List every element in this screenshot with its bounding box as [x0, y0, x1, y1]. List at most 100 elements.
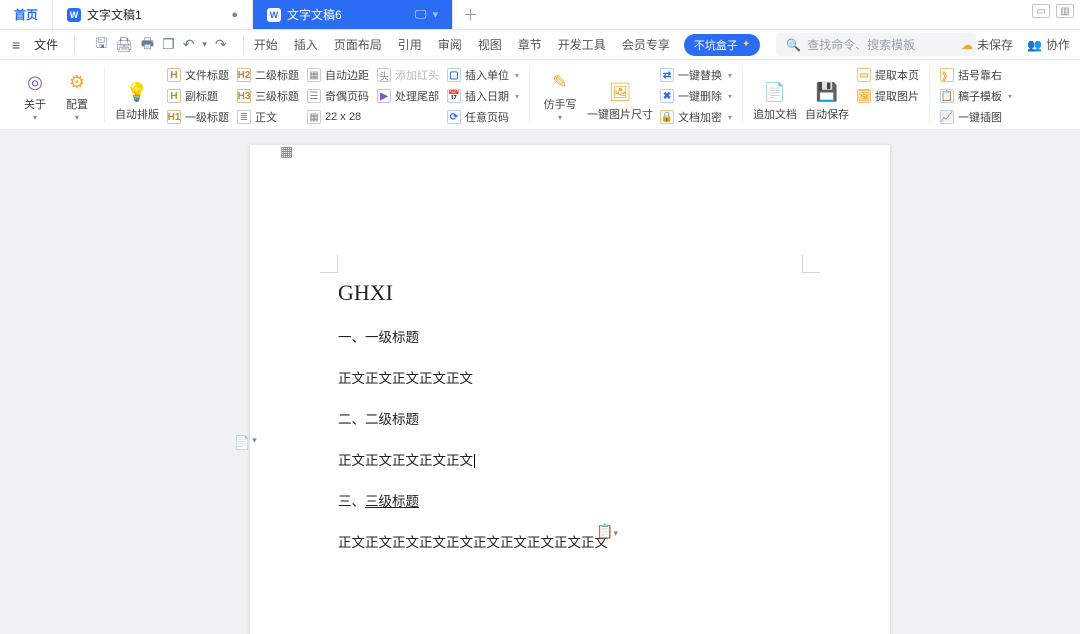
- extract-img-button[interactable]: 🖼提取图片: [853, 87, 923, 105]
- undo-dropdown-icon[interactable]: ▾: [202, 39, 207, 50]
- menu-ref[interactable]: 引用: [398, 36, 422, 53]
- one-click-img-size-button[interactable]: 🖼 一键图片尺寸: [584, 66, 656, 122]
- one-click-delete-button[interactable]: ✖一键删除▾: [656, 87, 736, 105]
- bulb-icon: 💡: [126, 81, 148, 103]
- style-h1[interactable]: H1一级标题: [163, 108, 233, 126]
- chevron-down-icon: ▾: [558, 113, 562, 122]
- process-tail-button[interactable]: ▶处理尾部: [373, 87, 443, 105]
- menu-start[interactable]: 开始: [254, 36, 278, 53]
- window-layout1-icon[interactable]: ▭: [1032, 4, 1050, 18]
- doc-h2: 二、二级标题: [338, 408, 800, 428]
- autosave-icon: 💾: [816, 81, 838, 103]
- grid-size-button[interactable]: ▦22 x 28: [303, 108, 373, 126]
- menu-review[interactable]: 审阅: [438, 36, 462, 53]
- unsaved-indicator[interactable]: ☁未保存: [961, 36, 1013, 53]
- word-doc-icon: W: [67, 8, 81, 22]
- search-placeholder: 查找命令、搜索模板: [807, 36, 915, 53]
- monitor-icon[interactable]: 🖵: [415, 7, 427, 22]
- style-sub-title[interactable]: H副标题: [163, 87, 233, 105]
- print-icon[interactable]: 🖶: [141, 33, 154, 57]
- auto-margin-button[interactable]: ▦自动边距: [303, 66, 373, 84]
- style-body[interactable]: ≣正文: [233, 108, 303, 126]
- insert-unit-button[interactable]: ▢插入单位▾: [443, 66, 523, 84]
- menu-insert[interactable]: 插入: [294, 36, 318, 53]
- close-icon[interactable]: ▾: [432, 8, 438, 21]
- one-click-replace-button[interactable]: ⇄一键替换▾: [656, 66, 736, 84]
- file-menu[interactable]: 文件: [28, 36, 64, 53]
- tab-strip: 首页 W 文字文稿1 ● W 文字文稿6 🖵 ▾ ＋ ▭ ▥: [0, 0, 1080, 30]
- document-content[interactable]: GHXI 一、一级标题 正文正文正文正文正文 二、二级标题 正文正文正文正文正文…: [338, 280, 800, 572]
- preview-icon[interactable]: ❐: [162, 36, 175, 53]
- style-h2[interactable]: H2二级标题: [233, 66, 303, 84]
- chevron-down-icon: ▾: [75, 113, 79, 122]
- doc-encrypt-button[interactable]: 🔒文档加密▾: [656, 108, 736, 126]
- auto-layout-button[interactable]: 💡 自动排版: [111, 66, 163, 122]
- export-icon[interactable]: 🖨: [115, 36, 133, 53]
- doc-p2: 正文正文正文正文正文: [338, 449, 800, 469]
- any-pageno-button[interactable]: ⟳任意页码: [443, 108, 523, 126]
- undo-icon[interactable]: ↶: [183, 36, 195, 53]
- tab-home[interactable]: 首页: [0, 0, 53, 29]
- bracket-right-button[interactable]: 》括号靠右: [936, 66, 1016, 84]
- side-paragraph-icon[interactable]: 📄▾: [234, 435, 257, 451]
- bukeng-box-button[interactable]: 不坑盒子 ✦: [684, 34, 760, 56]
- about-button[interactable]: ◎ 关于 ▾: [14, 66, 56, 122]
- tab-doc1[interactable]: W 文字文稿1 ●: [53, 0, 253, 29]
- tab-label: 文字文稿1: [87, 6, 142, 23]
- menu-devtools[interactable]: 开发工具: [558, 36, 606, 53]
- window-layout2-icon[interactable]: ▥: [1056, 4, 1074, 18]
- close-icon[interactable]: ●: [231, 9, 238, 21]
- menu-chapter[interactable]: 章节: [518, 36, 542, 53]
- people-icon: 👥: [1027, 38, 1042, 52]
- doc-h1: 一、一级标题: [338, 326, 800, 346]
- style-h3[interactable]: H3三级标题: [233, 87, 303, 105]
- divider: [74, 36, 75, 54]
- add-redhead-button[interactable]: 头添加红头: [373, 66, 443, 84]
- doc-h3: 三、三级标题: [338, 490, 800, 510]
- search-icon: 🔍: [786, 38, 801, 52]
- template-button[interactable]: 📋稿子模板▾: [936, 87, 1016, 105]
- save-icon[interactable]: 🖫: [95, 33, 107, 57]
- menu-layout[interactable]: 页面布局: [334, 36, 382, 53]
- menu-premium[interactable]: 会员专享: [622, 36, 670, 53]
- auto-save-button[interactable]: 💾 自动保存: [801, 66, 853, 122]
- doc-p1: 正文正文正文正文正文: [338, 367, 800, 387]
- handwrite-icon: ✎: [549, 71, 571, 93]
- redo-icon[interactable]: ↷: [215, 36, 227, 53]
- main-menus: 开始 插入 页面布局 引用 审阅 视图 章节 开发工具 会员专享: [254, 36, 670, 53]
- gear-icon: ⚙: [66, 71, 88, 93]
- one-click-chart-button[interactable]: 📈一键插图: [936, 108, 1016, 126]
- odd-even-page-button[interactable]: ☰奇偶页码: [303, 87, 373, 105]
- word-doc-icon: W: [267, 8, 281, 22]
- hamburger-icon[interactable]: ≡: [8, 37, 24, 53]
- anchor-icon: ▦: [280, 143, 294, 157]
- paste-options-icon[interactable]: 📋▾: [596, 523, 618, 540]
- append-doc-button[interactable]: 📄 追加文档: [749, 66, 801, 122]
- doc-title: GHXI: [338, 280, 800, 306]
- workspace: ▦ 📄▾ GHXI 一、一级标题 正文正文正文正文正文 二、二级标题 正文正文正…: [0, 130, 1080, 634]
- insert-date-button[interactable]: 📅插入日期▾: [443, 87, 523, 105]
- cloud-icon: ☁: [961, 38, 973, 52]
- config-button[interactable]: ⚙ 配置 ▾: [56, 66, 98, 122]
- tab-label: 文字文稿6: [287, 6, 342, 23]
- new-tab-button[interactable]: ＋: [453, 0, 488, 29]
- page[interactable]: ▦ 📄▾ GHXI 一、一级标题 正文正文正文正文正文 二、二级标题 正文正文正…: [250, 145, 890, 634]
- spark-icon: ✦: [742, 39, 750, 50]
- quick-icons: 🖫 🖨 🖶 ❐ ↶ ▾ ↷: [85, 33, 233, 57]
- about-icon: ◎: [24, 71, 46, 93]
- margin-corner-tl: [320, 255, 338, 273]
- margin-corner-tr: [802, 255, 820, 273]
- menu-bar: ≡ 文件 🖫 🖨 🖶 ❐ ↶ ▾ ↷ 开始 插入 页面布局 引用 审阅 视图 章…: [0, 30, 1080, 60]
- collab-button[interactable]: 👥协作: [1027, 36, 1070, 53]
- search-box[interactable]: 🔍 查找命令、搜索模板: [776, 33, 976, 56]
- extract-page-button[interactable]: ▭提取本页: [853, 66, 923, 84]
- tab-doc6[interactable]: W 文字文稿6 🖵 ▾: [253, 0, 453, 29]
- chevron-down-icon: ▾: [33, 113, 37, 122]
- divider: [243, 36, 244, 54]
- append-doc-icon: 📄: [764, 81, 786, 103]
- fake-handwrite-button[interactable]: ✎ 仿手写 ▾: [536, 66, 584, 122]
- menu-view[interactable]: 视图: [478, 36, 502, 53]
- style-doc-title[interactable]: H文件标题: [163, 66, 233, 84]
- pill-label: 不坑盒子: [694, 37, 738, 53]
- ribbon: ◎ 关于 ▾ ⚙ 配置 ▾ 💡 自动排版 H文件标题 H副标题 H1一级标题 H…: [0, 60, 1080, 130]
